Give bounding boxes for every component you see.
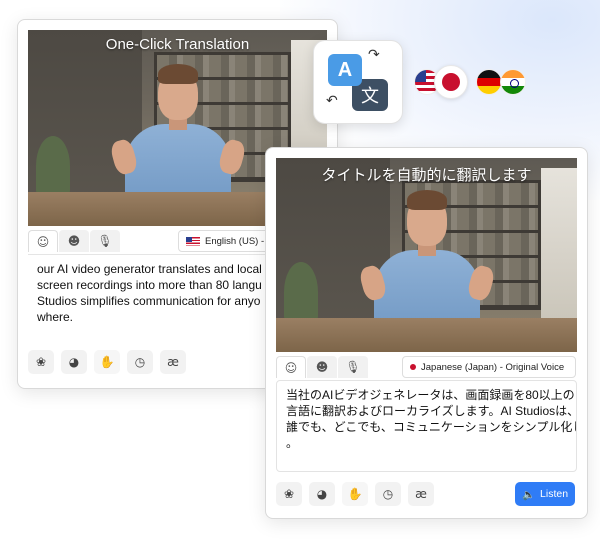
pause-button[interactable]: ◷ [375,482,401,506]
video-window [540,168,577,328]
pronunciation-button[interactable]: æ [160,350,186,374]
arrow-left-icon: ↶ [326,93,338,109]
video-plant [284,262,318,322]
voice-icon: ❀ [35,355,47,369]
video-preview[interactable]: タイトルを自動的に翻訳します [276,158,577,352]
tool-row: ❀ ◕ ✋ ◷ æ [276,482,434,506]
speed-icon: ◕ [68,355,80,369]
voice-button[interactable]: ❀ [28,350,54,374]
mic-icon: 🎙 [97,234,113,248]
presenter-avatar [108,56,247,206]
letter-a-icon: A [328,54,362,86]
person-icon: ☺ [36,234,50,249]
listen-label: Listen [540,488,569,500]
avatar-tab-bar: ☺ ☻ 🎙 Japanese (Japan) - Original Voice [276,354,577,380]
speed-icon: ◕ [316,487,328,501]
gesture-button[interactable]: ✋ [342,482,368,506]
voice-button[interactable]: ❀ [276,482,302,506]
script-line: 誰でも、どこでも、コミュニケーションをシンプル化します [286,420,577,434]
group-icon: ☻ [67,234,81,248]
speed-button[interactable]: ◕ [61,350,87,374]
translate-badge: ↷ 文 A ↶ [313,40,403,124]
speed-button[interactable]: ◕ [309,482,335,506]
ae-icon: æ [167,355,179,369]
presenter-avatar [357,182,496,332]
group-icon: ☻ [315,360,329,374]
language-flags [414,65,526,99]
pronunciation-button[interactable]: æ [408,482,434,506]
listen-button[interactable]: 🔈 Listen [515,482,575,506]
clock-icon: ◷ [134,355,146,369]
india-flag-icon [500,69,526,95]
language-select[interactable]: Japanese (Japan) - Original Voice [402,356,576,378]
japan-flag-icon [410,364,416,370]
us-flag-icon [186,236,200,246]
tool-row: ❀ ◕ ✋ ◷ æ [28,350,186,374]
tab-single-avatar[interactable]: ☺ [276,356,306,378]
tab-multi-avatar[interactable]: ☻ [59,230,89,252]
script-line: 。 [286,436,299,450]
gesture-button[interactable]: ✋ [94,350,120,374]
video-caption: タイトルを自動的に翻訳します [321,167,532,184]
mic-icon: 🎙 [345,360,361,374]
language-label: Japanese (Japan) - Original Voice [421,361,565,373]
clock-icon: ◷ [382,487,394,501]
tab-voice[interactable]: 🎙 [338,356,368,378]
japanese-translation-card: タイトルを自動的に翻訳します ☺ ☻ 🎙 Japanese (Japan) - … [265,147,588,519]
tab-voice[interactable]: 🎙 [90,230,120,252]
arrow-right-icon: ↷ [368,47,380,63]
script-line: 言語に翻訳およびローカライズします。AI Studiosは、 [286,404,577,418]
script-text-area[interactable]: 当社のAIビデオジェネレータは、画面録画を80以上の 言語に翻訳およびローカライ… [276,380,577,472]
ae-icon: æ [415,487,427,501]
voice-icon: ❀ [283,487,295,501]
person-icon: ☺ [284,360,298,375]
video-caption: One-Click Translation [105,36,250,53]
script-line: 当社のAIビデオジェネレータは、画面録画を80以上の [286,388,575,402]
japan-flag-icon [434,65,468,99]
gesture-icon: ✋ [99,355,115,369]
tab-multi-avatar[interactable]: ☻ [307,356,337,378]
speaker-icon: 🔈 [521,488,536,501]
gesture-icon: ✋ [347,487,363,501]
tab-single-avatar[interactable]: ☺ [28,230,58,252]
pause-button[interactable]: ◷ [127,350,153,374]
language-label: English (US) - O [205,235,275,247]
video-desk [276,318,577,352]
video-plant [36,136,70,196]
germany-flag-icon [476,69,502,95]
